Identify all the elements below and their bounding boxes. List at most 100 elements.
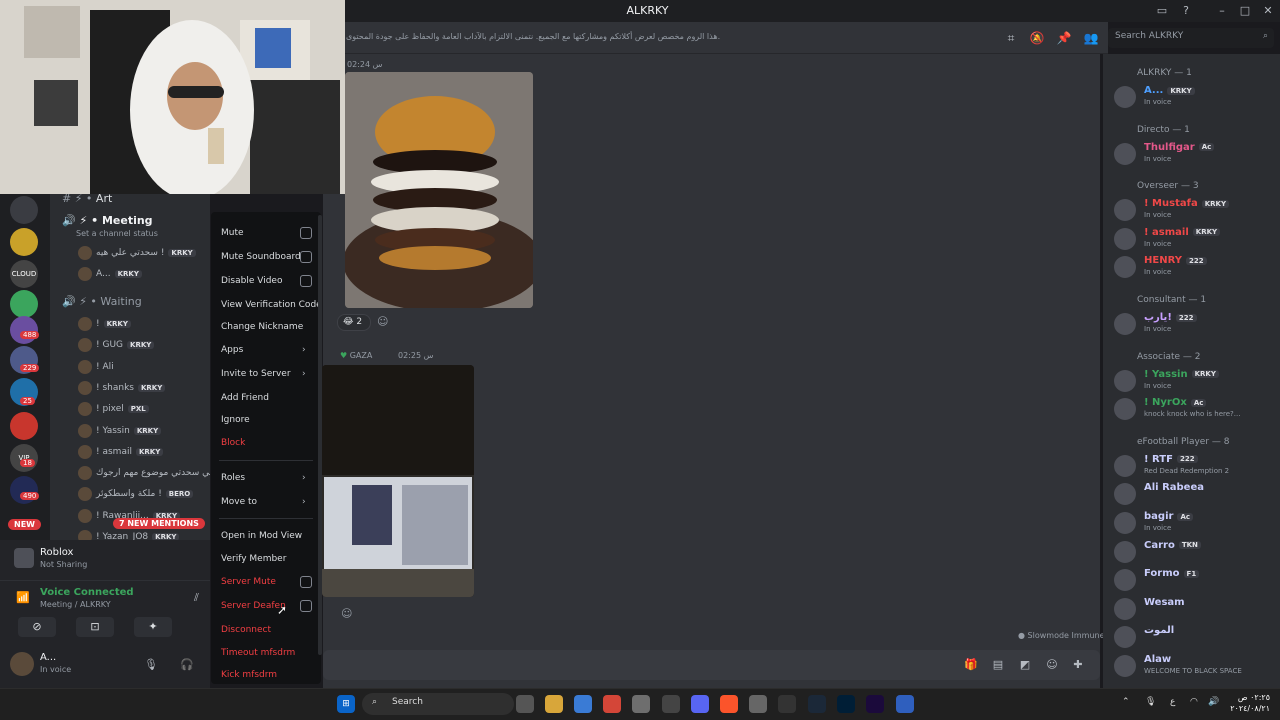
avatar[interactable] [1114, 512, 1136, 534]
voice-member[interactable]: ملكة واسطكوئر ! BERO [78, 487, 194, 502]
avatar[interactable] [1114, 540, 1136, 563]
member-row[interactable]: HENRY 222 In voice [1114, 254, 1274, 280]
menu-item-move-to[interactable]: Move to [221, 497, 257, 507]
menu-item-kick-mfsdrm[interactable]: Kick mfsdrm [221, 670, 277, 680]
headphones-icon[interactable]: 🎧 [180, 658, 194, 671]
member-row[interactable]: Carro TKN [1114, 539, 1274, 565]
message-composer[interactable] [323, 650, 1100, 680]
avatar[interactable] [1114, 227, 1136, 250]
close-button[interactable]: ✕ [1260, 3, 1276, 19]
wifi-icon[interactable]: ◠ [1190, 697, 1198, 707]
apps-icon[interactable]: ✚ [1071, 658, 1085, 672]
avatar[interactable] [1114, 597, 1136, 620]
channel-waiting[interactable]: 🔊 ⚡ • Waiting [62, 295, 142, 308]
server-icon[interactable]: CLOUD [10, 260, 38, 288]
tray-chevron-icon[interactable]: ⌃ [1122, 697, 1130, 707]
checkbox[interactable] [300, 576, 312, 588]
activities-button[interactable]: ✦ [134, 617, 172, 637]
clock[interactable]: ٠٢:٢٥ ص ٢٠٢٤/٠٨/٢١ [1218, 692, 1270, 714]
menu-item-roles[interactable]: Roles [221, 473, 245, 483]
voice-member[interactable]: ! pixel PXL [78, 402, 149, 417]
voice-location[interactable]: Meeting / ALKRKY [40, 600, 111, 609]
noise-suppression-icon[interactable]: ⫽ [194, 591, 199, 605]
member-row[interactable]: ! Mustafa KRKY In voice [1114, 197, 1274, 223]
brave-icon[interactable] [720, 695, 738, 713]
voice-status[interactable]: Voice Connected [40, 587, 134, 598]
avatar[interactable] [1114, 199, 1136, 222]
chrome-icon[interactable] [603, 695, 621, 713]
menu-item-block[interactable]: Block [221, 438, 245, 448]
avatar[interactable] [1114, 256, 1136, 279]
menu-item-mute[interactable]: Mute [221, 228, 244, 238]
server-icon[interactable] [10, 196, 38, 224]
new-mentions-badge[interactable]: 7 NEW MENTIONS [113, 518, 205, 529]
voice-member[interactable]: ! Ali [78, 359, 114, 374]
voice-member[interactable]: ! Yassin KRKY [78, 423, 162, 438]
avatar[interactable] [1114, 569, 1136, 592]
language-indicator[interactable]: ع [1170, 697, 1175, 707]
app-icon[interactable] [662, 695, 680, 713]
voice-member[interactable]: كركي سحدتي موضوع مهم ارجوك ! [78, 466, 210, 481]
menu-item-invite-to-server[interactable]: Invite to Server [221, 369, 291, 379]
menu-item-timeout-mfsdrm[interactable]: Timeout mfsdrm [221, 648, 295, 658]
start-button[interactable]: ⊞ [337, 695, 355, 713]
threads-icon[interactable]: ⌗ [1003, 31, 1019, 47]
menu-item-add-friend[interactable]: Add Friend [221, 393, 269, 403]
app-icon[interactable] [749, 695, 767, 713]
channel-status[interactable]: Set a channel status [76, 229, 158, 238]
avatar[interactable] [1114, 454, 1136, 477]
menu-item-disable-video[interactable]: Disable Video [221, 276, 282, 286]
member-list-icon[interactable]: 👥 [1083, 31, 1099, 47]
screen-share-button[interactable]: ⊡ [76, 617, 114, 637]
sticker-icon[interactable]: ◩ [1018, 658, 1032, 672]
avatar[interactable] [1114, 398, 1136, 421]
voice-member[interactable]: ! Yazan_JO8 KRKY [78, 530, 180, 540]
voice-member[interactable]: ! GUG KRKY [78, 338, 155, 353]
inbox-icon[interactable]: ▭ [1154, 3, 1170, 19]
member-row[interactable]: ! RTF 222 Red Dead Redemption 2 [1114, 453, 1274, 479]
search-input[interactable]: Search ALKRKY ⌕ [1108, 28, 1274, 48]
voice-member[interactable]: ! KRKY [78, 317, 131, 331]
avatar[interactable] [1114, 313, 1136, 335]
microphone-tray-icon[interactable]: 🎙 [1145, 697, 1156, 707]
member-row[interactable]: ! NyrOx Ac knock knock who is here?... [1114, 396, 1274, 422]
menu-item-apps[interactable]: Apps [221, 345, 243, 355]
avatar[interactable] [1114, 369, 1136, 392]
menu-item-disconnect[interactable]: Disconnect [221, 625, 271, 635]
camera-off-button[interactable]: ⊘ [18, 617, 56, 637]
voice-member[interactable]: A... KRKY [78, 267, 142, 282]
app-icon[interactable] [896, 695, 914, 713]
gif-icon[interactable]: ▤ [991, 658, 1005, 672]
app-icon[interactable] [632, 695, 650, 713]
menu-scrollbar[interactable] [318, 215, 322, 655]
photoshop-icon[interactable] [837, 695, 855, 713]
help-icon[interactable]: ? [1178, 3, 1194, 19]
message-author-gaza[interactable]: ♥ GAZA [340, 351, 372, 360]
member-row[interactable]: الموت [1114, 624, 1274, 650]
checkbox[interactable] [300, 251, 312, 263]
server-icon[interactable] [10, 228, 38, 256]
monitor-photo[interactable] [322, 365, 474, 597]
member-row[interactable]: bagir Ac In voice [1114, 510, 1274, 536]
member-row[interactable]: Thulfigar Ac In voice [1114, 141, 1274, 167]
avatar[interactable] [1114, 483, 1136, 506]
checkbox[interactable] [300, 227, 312, 239]
avatar[interactable] [1114, 626, 1136, 649]
voice-member[interactable]: ! asmail KRKY [78, 444, 164, 459]
voice-member[interactable]: سحدتي علي هيه ! KRKY [78, 246, 196, 260]
menu-item-ignore[interactable]: Ignore [221, 415, 250, 425]
new-badge[interactable]: NEW [8, 519, 41, 530]
discord-icon[interactable] [691, 695, 709, 713]
reaction-laugh[interactable]: 😂 2 [337, 314, 371, 331]
avatar[interactable] [1114, 655, 1136, 677]
premiere-icon[interactable] [866, 695, 884, 713]
menu-item-verify-member[interactable]: Verify Member [221, 554, 286, 564]
steam-icon[interactable] [808, 695, 826, 713]
menu-item-mute-soundboard[interactable]: Mute Soundboard [221, 252, 301, 262]
server-icon[interactable] [10, 316, 38, 344]
task-view-icon[interactable] [516, 695, 534, 713]
voice-member[interactable]: ! shanks KRKY [78, 380, 166, 395]
app-icon[interactable] [778, 695, 796, 713]
server-icon[interactable] [10, 290, 38, 318]
member-row[interactable]: Formo F1 [1114, 567, 1274, 593]
